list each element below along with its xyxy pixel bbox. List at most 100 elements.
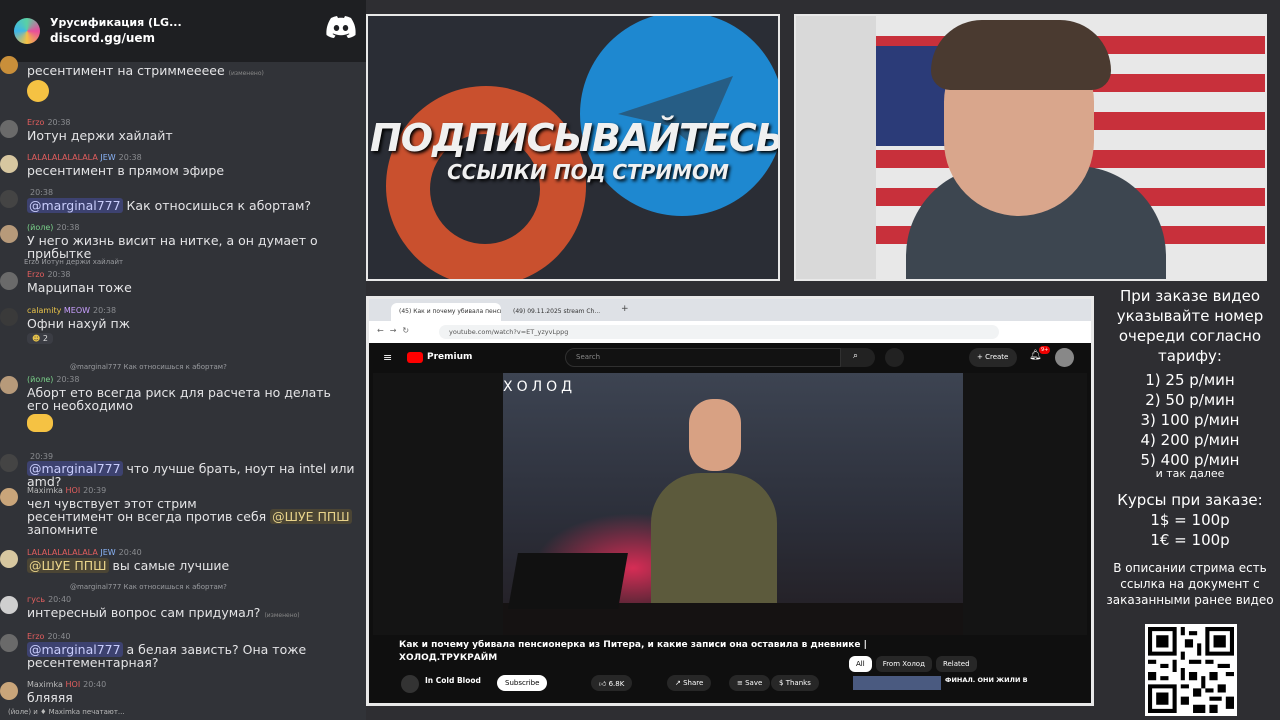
related-video-title[interactable]: ФИНАЛ. ОНИ ЖИЛИ В [945, 676, 1028, 684]
tab-stream[interactable]: (49) 09.11.2025 stream Ch... [505, 303, 615, 321]
mic-icon[interactable] [885, 348, 904, 367]
thanks-icon: $ [779, 679, 784, 687]
create-button[interactable]: + Create [969, 348, 1017, 367]
tab-youtube-video[interactable]: (45) Как и почему убивала пенсио... [391, 303, 501, 321]
avatar[interactable] [0, 682, 18, 700]
discord-logo-icon [326, 16, 356, 38]
video-player[interactable]: ХОЛОД [373, 373, 1087, 635]
message-text: ресентимент в прямом эфире [27, 163, 225, 178]
person-hair [931, 20, 1111, 90]
avatar[interactable] [0, 488, 18, 506]
username-text: гусь [27, 595, 46, 604]
username-text: Erzo [27, 118, 45, 127]
reply-preview[interactable]: @marginal777 Как относишься к абортам? [70, 363, 227, 371]
username[interactable]: гусь 20:40 [27, 595, 71, 605]
username-text: LALALALALALALA [27, 548, 98, 557]
avatar[interactable] [0, 550, 18, 568]
timestamp: 20:38 [47, 270, 71, 279]
username[interactable]: Maximka HOI 20:39 [27, 486, 106, 496]
timestamp: 20:38 [93, 306, 117, 315]
edited-label: (изменено) [264, 612, 300, 619]
reaction-chip[interactable]: ☻ 2 [27, 333, 53, 344]
youtube-logo-icon[interactable] [407, 352, 423, 363]
username-text: Erzo [27, 632, 45, 641]
thanks-button[interactable]: $ Thanks [771, 675, 819, 691]
username[interactable]: Erzo 20:38 [27, 270, 71, 280]
order-instructions: При заказе видео указывайте номер очеред… [1116, 287, 1264, 365]
avatar[interactable] [0, 272, 18, 290]
username[interactable]: Erzo 20:40 [27, 632, 71, 642]
reply-preview[interactable]: @marginal777 Как относишься к абортам? [70, 583, 227, 591]
avatar[interactable] [0, 308, 18, 326]
message-body: вы самые лучшие [108, 558, 230, 573]
server-name: Урусификация (LG... [50, 15, 182, 29]
laptop [508, 553, 628, 609]
username[interactable]: 20:38 [27, 188, 53, 198]
chip-all[interactable]: All [849, 656, 872, 672]
tariff-item: 1) 25 р/мин [1145, 371, 1235, 389]
notification-badge: 9+ [1039, 346, 1051, 354]
url-input[interactable]: youtube.com/watch?v=ET_yzyvLppg [439, 325, 999, 339]
subscribe-button[interactable]: Subscribe [497, 675, 548, 691]
channel-avatar[interactable] [401, 675, 419, 693]
reply-preview[interactable]: Erzo Иотун держи хайлайт [24, 258, 123, 266]
qr-code-icon [1145, 624, 1237, 716]
share-button[interactable]: ↗ Share [667, 675, 712, 691]
timestamp: 20:40 [118, 548, 142, 557]
search-input[interactable]: Search [565, 348, 841, 367]
avatar[interactable] [1055, 348, 1074, 367]
username[interactable]: LALALALALALALA JEW 20:40 [27, 548, 142, 558]
menu-icon[interactable]: ≡ [383, 351, 392, 364]
chip-related[interactable]: Related [935, 656, 977, 672]
message-text: чел чувствует этот стрим ресентимент он в… [27, 497, 365, 536]
username[interactable]: calamity MEOW 20:38 [27, 306, 116, 316]
message-text: У него жизнь висит на нитке, а он думает… [27, 233, 318, 261]
order-info-panel: При заказе видео указывайте номер очеред… [1100, 284, 1280, 720]
avatar[interactable] [0, 120, 18, 138]
avatar [0, 56, 18, 74]
tariff-list: 1) 25 р/мин 2) 50 р/мин 3) 100 р/мин 4) … [1100, 370, 1280, 470]
username-text: Maximka [27, 486, 63, 495]
timestamp: 20:40 [83, 680, 107, 689]
share-icon: ↗ [675, 679, 681, 687]
like-count: 6.8K [608, 680, 625, 688]
username[interactable]: LALALALALALALA JEW 20:38 [27, 153, 142, 163]
username[interactable]: Maximka HOI 20:40 [27, 680, 106, 690]
user-mention[interactable]: @ШУЕ ППШ [27, 558, 109, 573]
username[interactable]: (йоле) 20:38 [27, 223, 79, 233]
tariff-etc: и так далее [1155, 467, 1225, 480]
search-button[interactable]: ⌕ [841, 348, 875, 367]
nav-buttons-icon[interactable]: ←→↻ [377, 326, 415, 335]
video-title: Как и почему убивала пенсионерка из Пите… [399, 640, 867, 663]
username-text: LALALALALALALA [27, 153, 98, 162]
avatar[interactable] [0, 225, 18, 243]
user-mention[interactable]: @ШУЕ ППШ [270, 509, 352, 524]
username[interactable]: (йоле) 20:38 [27, 375, 79, 385]
channel-name[interactable]: In Cold Blood [425, 676, 481, 685]
related-thumbnail[interactable] [853, 676, 941, 690]
timestamp: 20:38 [56, 375, 80, 384]
message-text: Иотун держи хайлайт [27, 128, 173, 143]
video-pillar-left [373, 373, 503, 635]
avatar[interactable] [0, 634, 18, 652]
like-button[interactable]: 👍︎ 6.8K [591, 675, 633, 691]
new-tab-icon[interactable]: + [621, 304, 629, 314]
avatar[interactable] [0, 596, 18, 614]
message-body: интересный вопрос сам придумал? [27, 605, 261, 620]
youtube-premium-label[interactable]: Premium [427, 352, 472, 362]
chip-from-channel[interactable]: From Холод [875, 656, 932, 672]
video-pillar-right [963, 373, 1087, 635]
message-text: Аборт ето всегда риск для расчета но дел… [27, 385, 331, 413]
avatar[interactable] [0, 155, 18, 173]
user-mention[interactable]: @marginal777 [27, 198, 123, 213]
role-badge: HOI [65, 680, 81, 689]
username[interactable]: Erzo 20:38 [27, 118, 71, 128]
server-invite-link[interactable]: discord.gg/uem [50, 29, 182, 47]
save-button[interactable]: ≡ Save [729, 675, 771, 691]
username-text: calamity [27, 306, 62, 315]
avatar[interactable] [0, 454, 18, 472]
avatar[interactable] [0, 190, 18, 208]
courses-title: Курсы при заказе: [1117, 491, 1263, 509]
avatar[interactable] [0, 376, 18, 394]
browser-window: (45) Как и почему убивала пенсио... (49)… [366, 296, 1094, 706]
